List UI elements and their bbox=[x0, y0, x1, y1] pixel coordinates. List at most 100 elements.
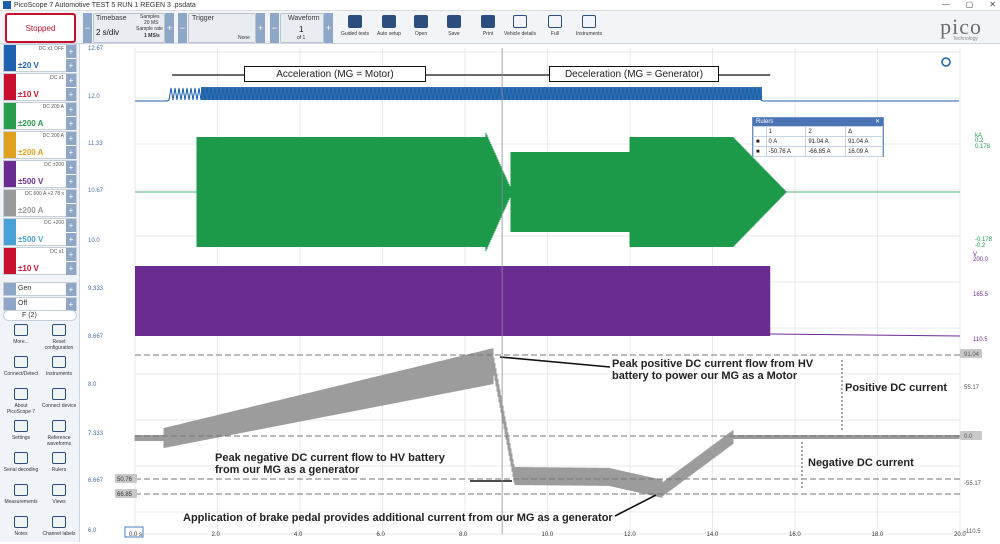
channel-minus-button[interactable]: + bbox=[66, 59, 76, 72]
ruler-label-left: 50.76 bbox=[117, 477, 133, 483]
axis-tick-right-f: -110.5 bbox=[964, 529, 981, 535]
channel-plus-button[interactable]: + bbox=[66, 190, 76, 203]
channel-coupling: DC 200 A bbox=[42, 104, 64, 110]
channel-minus-button[interactable]: + bbox=[66, 88, 76, 101]
channel-range[interactable]: ±500 V bbox=[18, 177, 43, 186]
measurements-icon bbox=[14, 484, 28, 496]
views-button[interactable]: Views bbox=[40, 484, 78, 505]
measurements-button[interactable]: Measurements bbox=[2, 484, 40, 505]
pico-logo-sub: Technology bbox=[952, 36, 978, 42]
trigger-plus-button[interactable]: + bbox=[256, 13, 265, 43]
app-icon bbox=[3, 1, 11, 9]
channel-a-control[interactable]: A DC x1 OFF ±20 V + + bbox=[3, 44, 77, 72]
reset-configuration-button[interactable]: Reset configuration bbox=[40, 324, 78, 351]
channel-minus-button[interactable]: + bbox=[66, 117, 76, 130]
gen-value[interactable]: Off + bbox=[3, 297, 77, 311]
clipboard-icon bbox=[513, 15, 527, 28]
channel-plus-button[interactable]: + bbox=[66, 132, 76, 145]
axis-tick-left: 9.333 bbox=[88, 286, 104, 292]
channel-b-control[interactable]: B DC x1 ±10 V + + bbox=[3, 73, 77, 101]
waveform-minus-button[interactable]: − bbox=[270, 13, 279, 43]
connect-detect-button[interactable]: Connect/Detect bbox=[2, 356, 40, 377]
serial-decoding-button[interactable]: Serial decoding bbox=[2, 452, 40, 473]
channel-range[interactable]: ±200 A bbox=[18, 148, 43, 157]
axis-tick-left: 12.0 bbox=[88, 94, 100, 100]
rulers-header-row: 12Δ bbox=[753, 126, 883, 137]
channel-minus-button[interactable]: + bbox=[66, 262, 76, 275]
timebase-plus-button[interactable]: + bbox=[165, 13, 174, 43]
sample-rate-value: 1 MS/s bbox=[144, 33, 160, 39]
channel-plus-button[interactable]: + bbox=[66, 74, 76, 87]
axis-tick-x: 4.0 bbox=[294, 532, 303, 538]
instruments-button[interactable]: Instruments bbox=[40, 356, 78, 377]
channel-color-bar bbox=[4, 74, 16, 100]
notes-icon bbox=[14, 516, 28, 528]
auto-setup-button[interactable]: Auto setup bbox=[372, 13, 406, 37]
channel-plus-button[interactable]: + bbox=[66, 161, 76, 174]
blue-trace-fill bbox=[201, 87, 762, 100]
channel-range[interactable]: ±20 V bbox=[18, 61, 39, 70]
trigger-mode: None bbox=[238, 35, 250, 41]
channel-range[interactable]: ±500 V bbox=[18, 235, 43, 244]
channel-panel: A DC x1 OFF ±20 V + + B DC x1 ±10 V + + C DC 200 A ±… bbox=[0, 44, 80, 542]
settings-button[interactable]: Settings bbox=[2, 420, 40, 441]
channel-plus-button[interactable]: + bbox=[66, 45, 76, 58]
channel-minus-button[interactable]: + bbox=[66, 146, 76, 159]
channel-minus-button[interactable]: + bbox=[66, 175, 76, 188]
channel-range[interactable]: ±200 A bbox=[18, 119, 43, 128]
title-bar: PicoScope 7 Automotive TEST 5 RUN 1 REGE… bbox=[0, 0, 1000, 11]
channel-e-control[interactable]: E DC ±200 ±500 V + + bbox=[3, 160, 77, 188]
timebase-minus-button[interactable]: − bbox=[83, 13, 92, 43]
channel-g-control[interactable]: G DC +200 ±500 V + + bbox=[3, 218, 77, 246]
notes-button[interactable]: Notes bbox=[2, 516, 40, 537]
minimize-icon[interactable]: — bbox=[942, 0, 950, 9]
rulers-title: Rulers ✕ bbox=[753, 118, 883, 126]
channel-c-control[interactable]: C DC 200 A ±200 A + + bbox=[3, 102, 77, 130]
maximize-icon[interactable]: ▢ bbox=[966, 0, 974, 9]
channel-color-bar bbox=[4, 103, 16, 129]
channel-range[interactable]: ±10 V bbox=[18, 90, 39, 99]
channel-d-control[interactable]: D DC 200 A ±200 A + + bbox=[3, 131, 77, 159]
channel-labels-button[interactable]: Channel labels bbox=[40, 516, 78, 537]
open-button[interactable]: Open bbox=[404, 13, 438, 37]
math-channel-f[interactable]: F (2) bbox=[3, 310, 77, 321]
channel-h-control[interactable]: H DC x1 ±10 V + + bbox=[3, 247, 77, 275]
reference-waveforms-button[interactable]: Reference waveforms bbox=[40, 420, 78, 447]
vehicle-details-button[interactable]: Vehicle details bbox=[503, 13, 537, 37]
rulers-table: 1 2 Δ ■ 0 A 91.04 A 91.04 A ■ -50.76 A -66.85 A 16… bbox=[753, 126, 883, 157]
waveform-plus-button[interactable]: + bbox=[324, 13, 333, 43]
save-button[interactable]: Save bbox=[437, 13, 471, 37]
connect-device-button[interactable]: Connect device bbox=[40, 388, 78, 409]
about-picoscope-7-button[interactable]: About PicoScope 7 bbox=[2, 388, 40, 415]
close-icon[interactable]: ✕ bbox=[989, 0, 996, 9]
axis-tick-right-e: 165.5 bbox=[973, 292, 989, 298]
channel-plus-button[interactable]: + bbox=[66, 248, 76, 261]
channel-f-control[interactable]: F DC 600 A +2.78 s ±200 A + + bbox=[3, 189, 77, 217]
guided-tests-button[interactable]: Guided tests bbox=[338, 13, 372, 37]
print-button[interactable]: Print bbox=[471, 13, 505, 37]
channel-letter: C bbox=[18, 104, 24, 111]
axis-tick-right-e: 200.0 bbox=[973, 257, 989, 263]
trigger-minus-button[interactable]: − bbox=[178, 13, 187, 43]
channel-range[interactable]: ±200 A bbox=[18, 206, 43, 215]
gen-control[interactable]: Gen + bbox=[3, 282, 77, 296]
axis-tick-left: 8.0 bbox=[88, 382, 97, 388]
rulers-window[interactable]: Rulers ✕ 1 2 Δ ■ 0 A 91.04 A 91.04 A ■ -50.76 A -6… bbox=[752, 117, 884, 157]
rulers-button[interactable]: Rulers bbox=[40, 452, 78, 473]
channel-minus-button[interactable]: + bbox=[66, 233, 76, 246]
axis-tick-left: 8.667 bbox=[88, 334, 104, 340]
channel-letter: H bbox=[18, 249, 24, 256]
channel-plus-button[interactable]: + bbox=[66, 103, 76, 116]
channel-color-bar bbox=[4, 190, 16, 216]
fullscreen-icon bbox=[548, 15, 562, 28]
instruments-button[interactable]: Instruments bbox=[572, 13, 606, 37]
zoom-icon bbox=[941, 57, 951, 67]
rulers-row: ■ 0 A 91.04 A 91.04 A bbox=[753, 136, 883, 147]
run-stop-button[interactable]: Stopped bbox=[5, 13, 76, 43]
full-screen-button[interactable]: Full bbox=[538, 13, 572, 37]
rulers-close-icon[interactable]: ✕ bbox=[875, 118, 880, 126]
channel-plus-button[interactable]: + bbox=[66, 219, 76, 232]
channel-range[interactable]: ±10 V bbox=[18, 264, 39, 273]
channel-minus-button[interactable]: + bbox=[66, 204, 76, 217]
more-button[interactable]: More... bbox=[2, 324, 40, 345]
